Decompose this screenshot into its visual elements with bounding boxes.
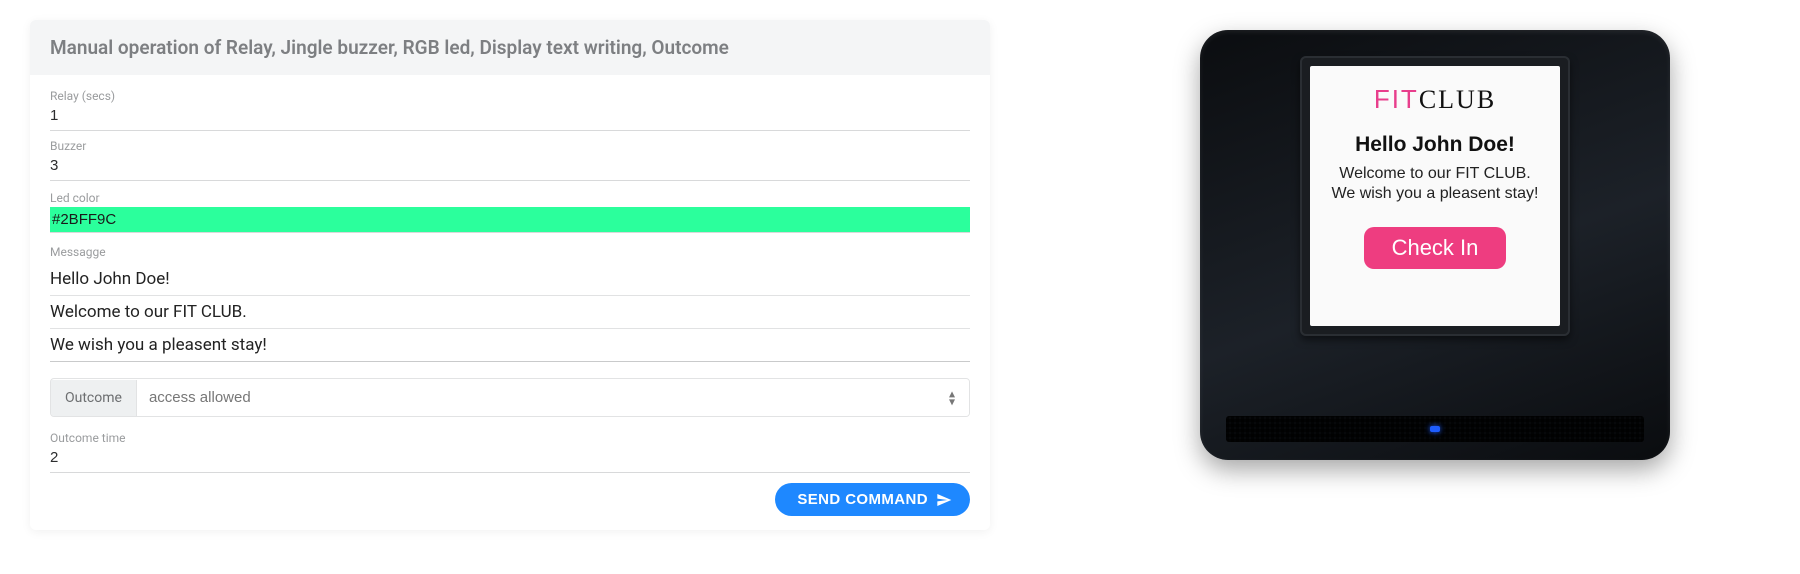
send-icon (936, 492, 952, 508)
button-row: SEND COMMAND (30, 473, 990, 516)
outcome-select[interactable]: access allowed (137, 379, 969, 416)
led-input[interactable] (50, 207, 970, 232)
logo-club: CLUB (1419, 85, 1496, 114)
relay-label: Relay (secs) (50, 89, 970, 103)
buzzer-input[interactable] (50, 155, 970, 176)
outcome-time-input[interactable] (50, 447, 970, 468)
device-wrap: FITCLUB Hello John Doe! Welcome to our F… (1110, 20, 1760, 460)
relay-field: Relay (secs) (50, 89, 970, 131)
outcome-row: Outcome access allowed ▴▾ (50, 378, 970, 417)
outcome-time-field: Outcome time (50, 431, 970, 473)
led-label: Led color (50, 191, 970, 205)
device-screen: FITCLUB Hello John Doe! Welcome to our F… (1310, 66, 1560, 326)
message-label: Messagge (50, 245, 970, 259)
check-in-button[interactable]: Check In (1364, 227, 1507, 269)
outcome-tag: Outcome (51, 380, 137, 416)
device-greeting: Hello John Doe! (1355, 133, 1515, 157)
panel-body: Relay (secs) Buzzer Led color Messagge H… (30, 75, 990, 473)
relay-input[interactable] (50, 105, 970, 126)
message-line-3[interactable]: We wish you a pleasent stay! (50, 329, 970, 362)
send-command-button[interactable]: SEND COMMAND (775, 483, 970, 516)
manual-operation-panel: Manual operation of Relay, Jingle buzzer… (30, 20, 990, 530)
logo-fit: FIT (1374, 84, 1419, 114)
message-line-2[interactable]: Welcome to our FIT CLUB. (50, 296, 970, 329)
kiosk-device: FITCLUB Hello John Doe! Welcome to our F… (1200, 30, 1670, 460)
message-line-1[interactable]: Hello John Doe! (50, 263, 970, 296)
speaker-grille (1226, 416, 1644, 442)
panel-title: Manual operation of Relay, Jingle buzzer… (30, 20, 990, 75)
outcome-time-label: Outcome time (50, 431, 970, 445)
message-field: Messagge Hello John Doe! Welcome to our … (50, 245, 970, 362)
brand-logo: FITCLUB (1374, 84, 1496, 115)
buzzer-label: Buzzer (50, 139, 970, 153)
led-field: Led color (50, 191, 970, 233)
led-highlight (50, 207, 970, 233)
screen-frame: FITCLUB Hello John Doe! Welcome to our F… (1300, 56, 1570, 336)
send-command-label: SEND COMMAND (797, 491, 928, 508)
buzzer-field: Buzzer (50, 139, 970, 181)
device-line-2: We wish you a pleasent stay! (1332, 185, 1539, 203)
device-line-1: Welcome to our FIT CLUB. (1339, 165, 1530, 183)
